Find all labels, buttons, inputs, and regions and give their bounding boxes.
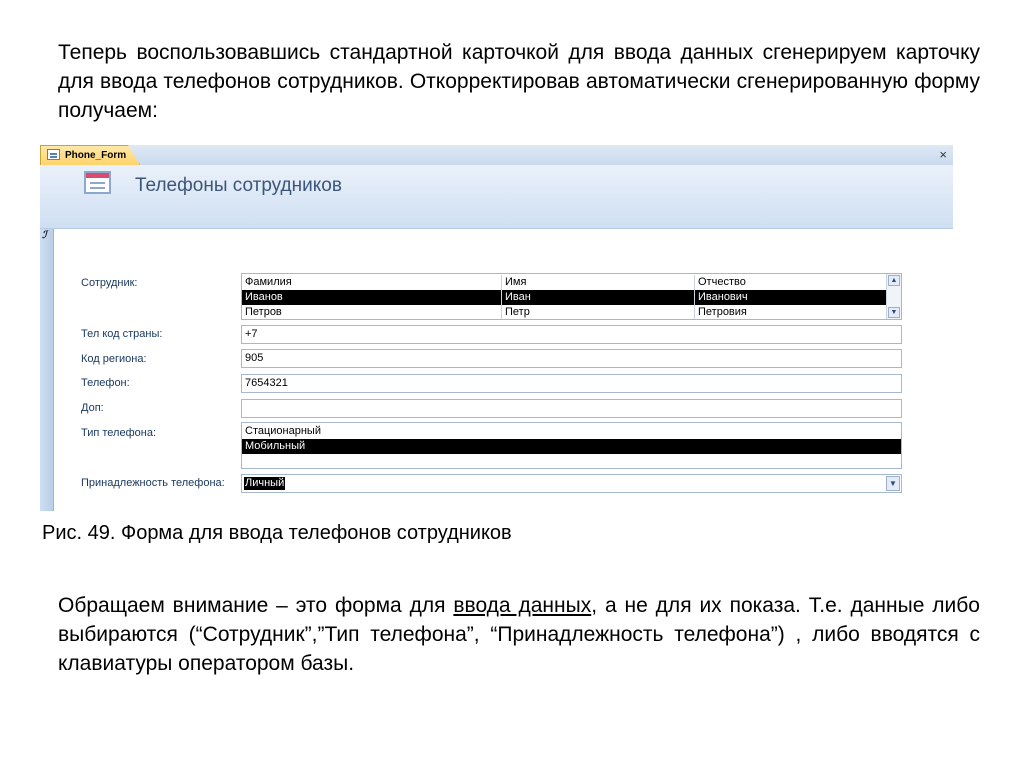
phone-type-option-selected[interactable]: Мобильный xyxy=(242,439,901,454)
document-tab-bar: Phone_Form × xyxy=(40,145,953,166)
form-header: Телефоны сотрудников xyxy=(40,165,953,229)
extension-label: Доп: xyxy=(81,402,104,414)
column-header: Отчество xyxy=(694,275,746,290)
region-code-label: Код региона: xyxy=(81,353,147,365)
cell-last-name: Петров xyxy=(245,306,282,318)
employee-list-header: Фамилия Имя Отчество xyxy=(242,275,887,290)
note-text-before: Обращаем внимание – это форма для xyxy=(58,594,454,617)
note-paragraph: Обращаем внимание – это форма для ввода … xyxy=(58,591,980,678)
scroll-down-icon[interactable]: ▼ xyxy=(888,307,900,318)
close-icon[interactable]: × xyxy=(939,146,947,163)
form-tab[interactable]: Phone_Form xyxy=(40,145,140,165)
employee-label: Сотрудник: xyxy=(81,277,138,289)
employee-scrollbar[interactable]: ▲ ▼ xyxy=(886,274,901,319)
scroll-up-icon[interactable]: ▲ xyxy=(888,275,900,286)
extension-field[interactable] xyxy=(241,399,902,418)
cell-first-name: Петр xyxy=(501,305,530,319)
form-header-icon xyxy=(84,171,111,194)
cell-patronymic: Иванович xyxy=(694,290,748,305)
column-header: Фамилия xyxy=(245,276,292,288)
form-tab-label: Phone_Form xyxy=(65,150,127,161)
country-code-label: Тел код страны: xyxy=(81,328,163,340)
ownership-value: Личный xyxy=(244,477,286,490)
employee-row-selected[interactable]: Иванов Иван Иванович xyxy=(242,290,887,305)
figure-caption: Рис. 49. Форма для ввода телефонов сотру… xyxy=(42,522,512,544)
ownership-label: Принадлежность телефона: xyxy=(81,477,225,489)
column-header: Имя xyxy=(501,275,526,290)
access-form-window: Phone_Form × Телефоны сотрудников ℐ Сотр… xyxy=(40,145,953,511)
phone-type-option[interactable]: Стационарный xyxy=(242,424,901,439)
employee-row[interactable]: Петров Петр Петровия xyxy=(242,305,887,319)
employee-listbox[interactable]: Фамилия Имя Отчество Иванов Иван Иванови… xyxy=(241,273,902,320)
cell-first-name: Иван xyxy=(501,290,531,305)
cell-patronymic: Петровия xyxy=(694,305,747,319)
country-code-field[interactable]: +7 xyxy=(241,325,902,344)
record-selector[interactable]: ℐ xyxy=(40,229,54,511)
form-title: Телефоны сотрудников xyxy=(135,175,342,196)
phone-field[interactable]: 7654321 xyxy=(241,374,902,393)
intro-paragraph: Теперь воспользовавшись стандартной карт… xyxy=(58,41,980,122)
ownership-combobox[interactable]: Личный ▼ xyxy=(241,474,902,493)
region-code-field[interactable]: 905 xyxy=(241,349,902,368)
cell-last-name: Иванов xyxy=(245,291,283,303)
phone-type-label: Тип телефона: xyxy=(81,427,157,439)
record-pencil-icon: ℐ xyxy=(42,230,47,241)
phone-type-listbox[interactable]: Стационарный Мобильный xyxy=(241,422,902,469)
dropdown-arrow-icon[interactable]: ▼ xyxy=(886,476,900,491)
phone-label: Телефон: xyxy=(81,377,130,389)
form-tab-icon xyxy=(47,149,60,160)
note-underlined-text: ввода данных xyxy=(453,594,592,617)
